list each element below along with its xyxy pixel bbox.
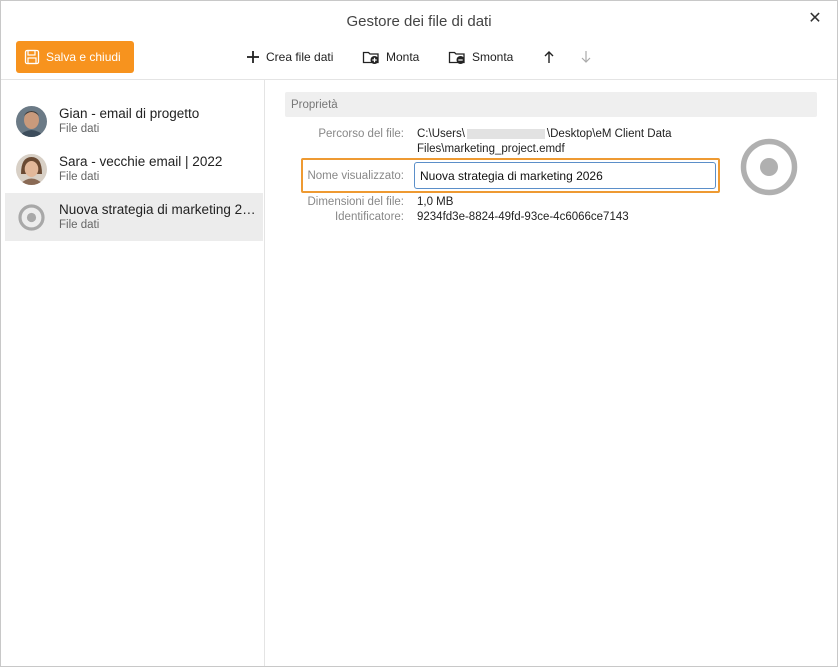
- display-name-input[interactable]: [414, 162, 716, 189]
- data-file-name: Sara - vecchie email | 2022: [59, 154, 223, 169]
- toolbar: Salva e chiudi Crea file dati Monta Smon…: [1, 39, 837, 79]
- target-icon: [16, 202, 47, 233]
- identifier-label: Identificatore:: [334, 211, 404, 223]
- data-file-name: Nuova strategia di marketing 2026: [59, 202, 259, 217]
- save-and-close-label: Salva e chiudi: [46, 50, 121, 64]
- redacted-username: [466, 128, 545, 139]
- data-file-type: File dati: [59, 171, 100, 183]
- sidebar-divider: [264, 80, 265, 666]
- data-file-manager-window: Gestore dei file di dati ✕ Salva e chiud…: [0, 0, 838, 667]
- arrow-down-icon: [581, 51, 591, 63]
- file-size-label: Dimensioni del file:: [307, 196, 404, 208]
- data-file-item-marketing[interactable]: Nuova strategia di marketing 2026 File d…: [5, 193, 263, 241]
- properties-header: Proprietà: [285, 92, 817, 117]
- unmount-label: Smonta: [472, 50, 514, 64]
- toolbar-divider: [1, 79, 837, 80]
- title-bar: Gestore dei file di dati ✕: [1, 1, 837, 39]
- window-title: Gestore dei file di dati: [346, 12, 492, 30]
- move-down-button[interactable]: [580, 47, 598, 67]
- file-path-value: C:\Users\ \Desktop\eM Client Data: [417, 128, 672, 140]
- avatar: [16, 154, 47, 185]
- data-file-list: Gian - email di progetto File dati Sara …: [5, 97, 263, 241]
- mount-button[interactable]: Monta: [362, 47, 419, 67]
- plus-icon: [247, 51, 259, 63]
- save-icon: [24, 49, 40, 65]
- unmount-button[interactable]: Smonta: [448, 47, 513, 67]
- mount-label: Monta: [386, 50, 420, 64]
- data-file-type: File dati: [59, 123, 100, 135]
- data-file-item-gian[interactable]: Gian - email di progetto File dati: [5, 97, 263, 145]
- target-logo-icon: [740, 138, 798, 196]
- folder-remove-icon: [448, 51, 465, 64]
- create-data-file-label: Crea file dati: [266, 50, 334, 64]
- file-path-label: Percorso del file:: [318, 128, 404, 140]
- file-size-value: 1,0 MB: [417, 196, 454, 208]
- folder-add-icon: [362, 51, 379, 64]
- avatar: [16, 106, 47, 137]
- file-path-line2: Files\marketing_project.emdf: [417, 143, 565, 155]
- data-file-type: File dati: [59, 219, 100, 231]
- data-file-name: Gian - email di progetto: [59, 106, 200, 121]
- properties-title: Proprietà: [291, 98, 338, 111]
- data-file-item-sara[interactable]: Sara - vecchie email | 2022 File dati: [5, 145, 263, 193]
- identifier-value: 9234fd3e-8824-49fd-93ce-4c6066ce7143: [417, 211, 629, 223]
- arrow-up-icon: [544, 51, 554, 63]
- display-name-label: Nome visualizzato:: [307, 170, 404, 182]
- move-up-button[interactable]: [543, 47, 561, 67]
- create-data-file-button[interactable]: Crea file dati: [246, 47, 333, 67]
- close-button[interactable]: ✕: [807, 11, 823, 27]
- file-path-prefix: C:\Users\: [417, 128, 465, 140]
- close-icon: ✕: [808, 10, 822, 27]
- file-path-suffix: \Desktop\eM Client Data: [546, 128, 672, 140]
- save-and-close-button[interactable]: Salva e chiudi: [16, 41, 134, 73]
